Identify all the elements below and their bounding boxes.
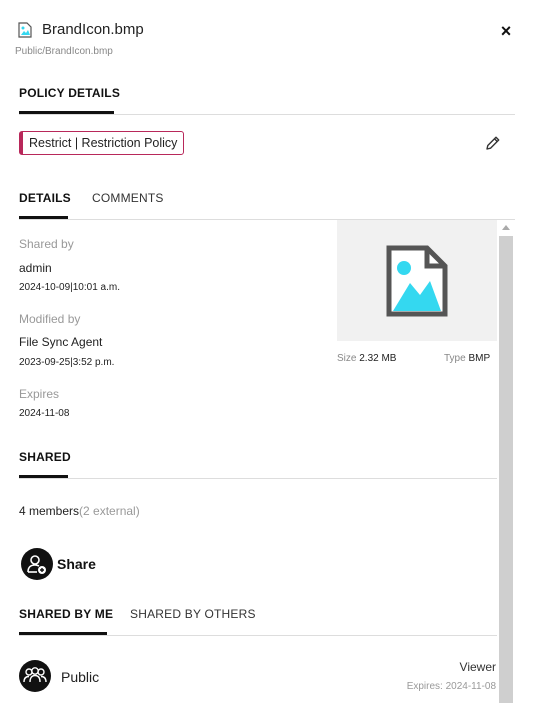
share-label: Share xyxy=(57,556,96,572)
members-external: (2 external) xyxy=(79,504,140,518)
share-button[interactable]: Share xyxy=(21,548,96,580)
file-type-value: BMP xyxy=(468,353,491,364)
image-file-icon xyxy=(386,245,448,316)
file-path: Public/BrandIcon.bmp xyxy=(15,46,113,57)
members-count: 4 members(2 external) xyxy=(19,504,140,518)
tab-underline xyxy=(19,111,114,114)
modified-by-label: Modified by xyxy=(19,312,81,326)
shared-date: 2024-10-09|10:01 a.m. xyxy=(19,282,121,293)
group-icon xyxy=(19,660,51,692)
share-tabbar: SHARED BY ME SHARED BY OTHERS xyxy=(19,607,497,636)
policy-badge-label: Restrict | Restriction Policy xyxy=(29,136,178,150)
tab-shared-by-me[interactable]: SHARED BY ME xyxy=(19,607,113,621)
scrollbar[interactable] xyxy=(499,222,513,703)
tab-policy-details[interactable]: POLICY DETAILS xyxy=(19,86,120,100)
image-file-icon xyxy=(18,22,32,38)
tab-underline xyxy=(19,475,68,478)
tab-details[interactable]: DETAILS xyxy=(19,191,71,205)
shared-by-value: admin xyxy=(19,261,52,275)
modified-date: 2023-09-25|3:52 p.m. xyxy=(19,357,115,368)
file-name: BrandIcon.bmp xyxy=(42,21,144,38)
close-icon[interactable]: × xyxy=(497,21,515,41)
tab-comments[interactable]: COMMENTS xyxy=(92,191,164,205)
scroll-up-arrow[interactable] xyxy=(502,225,510,230)
file-size-value: 2.32 MB xyxy=(359,353,397,364)
add-user-icon xyxy=(21,548,53,580)
file-preview xyxy=(337,220,497,341)
share-row-name: Public xyxy=(61,669,100,685)
scroll-thumb[interactable] xyxy=(499,236,513,703)
policy-badge: Restrict | Restriction Policy xyxy=(19,131,185,155)
panel-header: BrandIcon.bmp Public/BrandIcon.bmp × xyxy=(0,0,539,70)
shared-tabbar: SHARED xyxy=(19,450,497,479)
policy-tabbar: POLICY DETAILS xyxy=(19,86,515,115)
file-type: Type BMP xyxy=(444,353,490,364)
file-size: Size 2.32 MB xyxy=(337,353,396,364)
file-type-label: Type xyxy=(444,353,466,364)
members-total: 4 members xyxy=(19,504,80,518)
pencil-icon[interactable] xyxy=(484,134,502,152)
share-row-role[interactable]: Viewer xyxy=(460,660,496,674)
tab-underline xyxy=(19,632,107,635)
expires-label: Expires xyxy=(19,387,60,401)
tab-shared[interactable]: SHARED xyxy=(19,450,71,464)
file-size-label: Size xyxy=(337,353,357,364)
details-tabbar: DETAILS COMMENTS xyxy=(19,191,515,220)
share-row-expires: Expires: 2024-11-08 xyxy=(406,681,496,692)
tab-underline xyxy=(19,216,68,219)
modified-by-value: File Sync Agent xyxy=(19,335,103,349)
expires-value: 2024-11-08 xyxy=(19,408,70,419)
shared-by-label: Shared by xyxy=(19,237,74,251)
tab-shared-by-others[interactable]: SHARED BY OTHERS xyxy=(130,607,256,621)
